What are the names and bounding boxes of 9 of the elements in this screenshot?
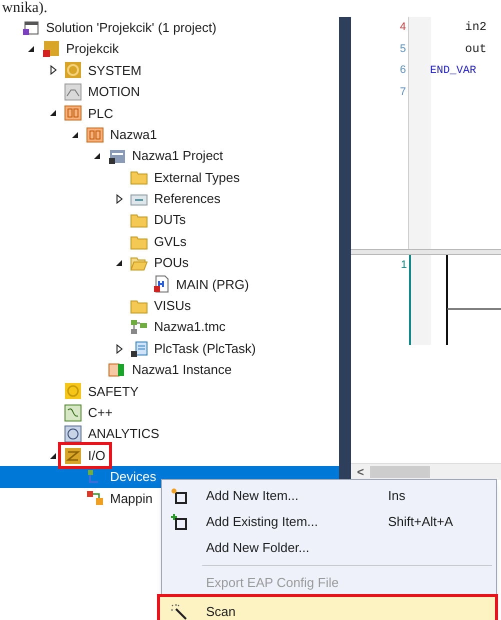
line-number: 4 [400,20,406,35]
line-number: 1 [400,258,407,273]
code-line: in2 [465,20,487,34]
code-keyword: END_VAR [430,65,476,77]
line-number: 6 [400,63,406,78]
line-number: 5 [400,42,406,56]
code-line: out [465,42,487,56]
line-number: 7 [400,84,406,100]
caption-fragment: wnika). [1,0,48,17]
